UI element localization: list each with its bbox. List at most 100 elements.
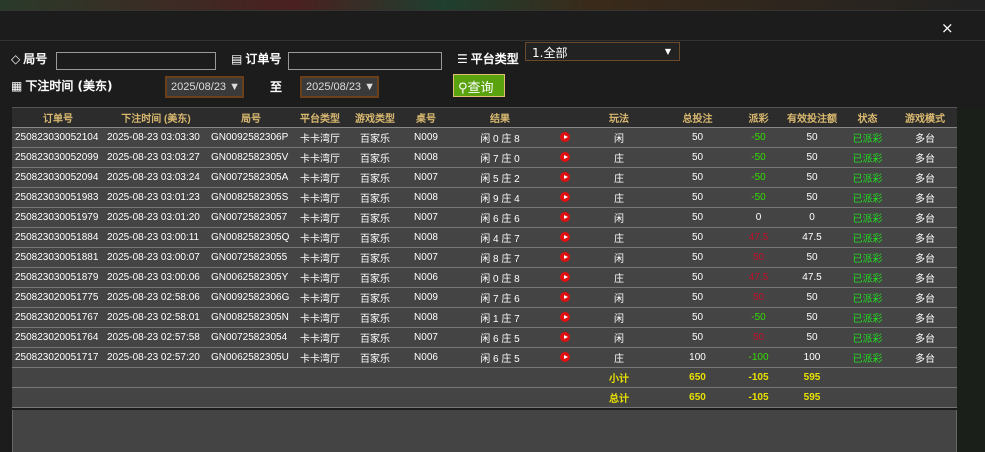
replay-cell[interactable]: [552, 187, 578, 208]
status-cell: 已派彩: [842, 267, 893, 288]
total-bet-cell: 50: [660, 207, 735, 228]
play-video-icon[interactable]: [560, 332, 570, 343]
status-cell: 已派彩: [842, 127, 893, 148]
replay-cell[interactable]: [552, 167, 578, 188]
bet-time-cell: 2025-08-23 03:01:23: [104, 187, 208, 208]
game-type-cell: 百家乐: [346, 167, 404, 188]
platform-select[interactable]: 1.全部 ▼: [525, 42, 680, 61]
table-row[interactable]: 250823030051983 2025-08-23 03:01:23 GN0082…: [12, 187, 957, 208]
game-type-cell: 百家乐: [346, 347, 404, 368]
game-type-cell: 百家乐: [346, 287, 404, 308]
order-id-cell: 250823030052099: [12, 147, 104, 168]
play-video-icon[interactable]: [560, 292, 570, 303]
result-cell: 闲 9 庄 4: [448, 187, 552, 208]
date-to-value: 2025/08/23: [306, 81, 362, 93]
play-video-icon[interactable]: [560, 192, 570, 203]
replay-cell[interactable]: [552, 207, 578, 228]
total-row: 总计 650 -105 595: [12, 387, 957, 408]
platform-select-value: 1.全部: [532, 46, 568, 60]
table-no-cell: N007: [404, 207, 448, 228]
time-label-text: 下注时间 (美东): [25, 79, 113, 93]
replay-cell[interactable]: [552, 127, 578, 148]
game-type-cell: 百家乐: [346, 327, 404, 348]
table-row[interactable]: 250823020051775 2025-08-23 02:58:06 GN0092…: [12, 287, 957, 308]
valid-bet-cell: 50: [782, 327, 842, 348]
column-header: 游戏模式: [893, 107, 957, 128]
payout-cell: 47.5: [735, 227, 782, 248]
replay-cell[interactable]: [552, 147, 578, 168]
game-mode-cell: 多台: [893, 127, 957, 148]
play-video-icon[interactable]: [560, 352, 570, 363]
play-video-icon[interactable]: [560, 232, 570, 243]
game-mode-cell: 多台: [893, 147, 957, 168]
order-label-text: 订单号: [245, 52, 282, 66]
replay-cell[interactable]: [552, 347, 578, 368]
table-row[interactable]: 250823020051767 2025-08-23 02:58:01 GN0082…: [12, 307, 957, 328]
valid-bet-cell: 50: [782, 187, 842, 208]
table-row[interactable]: 250823030051884 2025-08-23 03:00:11 GN0082…: [12, 227, 957, 248]
play-video-icon[interactable]: [560, 152, 570, 163]
play-cell: 闲: [578, 207, 660, 228]
replay-cell[interactable]: [552, 307, 578, 328]
table-row[interactable]: 250823020051717 2025-08-23 02:57:20 GN0062…: [12, 347, 957, 368]
payout-cell: 0: [735, 207, 782, 228]
subtotal-payout: -105: [735, 367, 782, 388]
table-row[interactable]: 250823020051764 2025-08-23 02:57:58 GN0072…: [12, 327, 957, 348]
total-bet-cell: 50: [660, 307, 735, 328]
replay-cell[interactable]: [552, 327, 578, 348]
play-video-icon[interactable]: [560, 212, 570, 223]
total-bet-cell: 50: [660, 127, 735, 148]
platform-cell: 卡卡湾厅: [294, 127, 346, 148]
result-cell: 闲 7 庄 6: [448, 287, 552, 308]
play-video-icon[interactable]: [560, 312, 570, 323]
table-row[interactable]: 250823030051979 2025-08-23 03:01:20 GN0072…: [12, 207, 957, 228]
close-icon[interactable]: ×: [941, 19, 954, 37]
replay-cell[interactable]: [552, 267, 578, 288]
play-video-icon[interactable]: [560, 172, 570, 183]
bet-time-cell: 2025-08-23 02:57:20: [104, 347, 208, 368]
total-valid: 595: [782, 387, 842, 408]
spacer: [842, 387, 957, 408]
game-mode-cell: 多台: [893, 267, 957, 288]
table-row[interactable]: 250823030052104 2025-08-23 03:03:30 GN0092…: [12, 127, 957, 148]
table-no-cell: N008: [404, 307, 448, 328]
subtotal-valid: 595: [782, 367, 842, 388]
table-no-cell: N008: [404, 227, 448, 248]
order-input[interactable]: [288, 52, 442, 70]
round-id-cell: GN0062582305Y: [208, 267, 294, 288]
play-cell: 闲: [578, 247, 660, 268]
play-cell: 庄: [578, 167, 660, 188]
bet-time-cell: 2025-08-23 03:01:20: [104, 207, 208, 228]
column-header: [552, 107, 578, 128]
replay-cell[interactable]: [552, 287, 578, 308]
bet-time-cell: 2025-08-23 02:58:06: [104, 287, 208, 308]
payout-cell: -50: [735, 167, 782, 188]
round-id-cell: GN00725823054: [208, 327, 294, 348]
order-id-cell: 250823030051881: [12, 247, 104, 268]
payout-cell: -50: [735, 307, 782, 328]
table-row[interactable]: 250823030051881 2025-08-23 03:00:07 GN0072…: [12, 247, 957, 268]
query-button[interactable]: ⚲查询: [453, 74, 505, 97]
date-from-picker[interactable]: 2025/08/23 ▼: [165, 76, 244, 98]
table-no-cell: N006: [404, 267, 448, 288]
round-input[interactable]: [56, 52, 216, 70]
table-no-cell: N008: [404, 187, 448, 208]
round-id-cell: GN0082582305S: [208, 187, 294, 208]
subtotal-bet: 650: [660, 367, 735, 388]
valid-bet-cell: 47.5: [782, 227, 842, 248]
play-video-icon[interactable]: [560, 252, 570, 263]
play-video-icon[interactable]: [560, 272, 570, 283]
platform-cell: 卡卡湾厅: [294, 227, 346, 248]
status-cell: 已派彩: [842, 247, 893, 268]
replay-cell[interactable]: [552, 247, 578, 268]
subtotal-row: 小计 650 -105 595: [12, 367, 957, 388]
status-cell: 已派彩: [842, 327, 893, 348]
table-row[interactable]: 250823030051879 2025-08-23 03:00:06 GN0062…: [12, 267, 957, 288]
game-mode-cell: 多台: [893, 247, 957, 268]
table-row[interactable]: 250823030052094 2025-08-23 03:03:24 GN0072…: [12, 167, 957, 188]
play-video-icon[interactable]: [560, 132, 570, 143]
date-to-picker[interactable]: 2025/08/23 ▼: [300, 76, 379, 98]
result-cell: 闲 1 庄 7: [448, 307, 552, 328]
table-row[interactable]: 250823030052099 2025-08-23 03:03:27 GN0082…: [12, 147, 957, 168]
replay-cell[interactable]: [552, 227, 578, 248]
